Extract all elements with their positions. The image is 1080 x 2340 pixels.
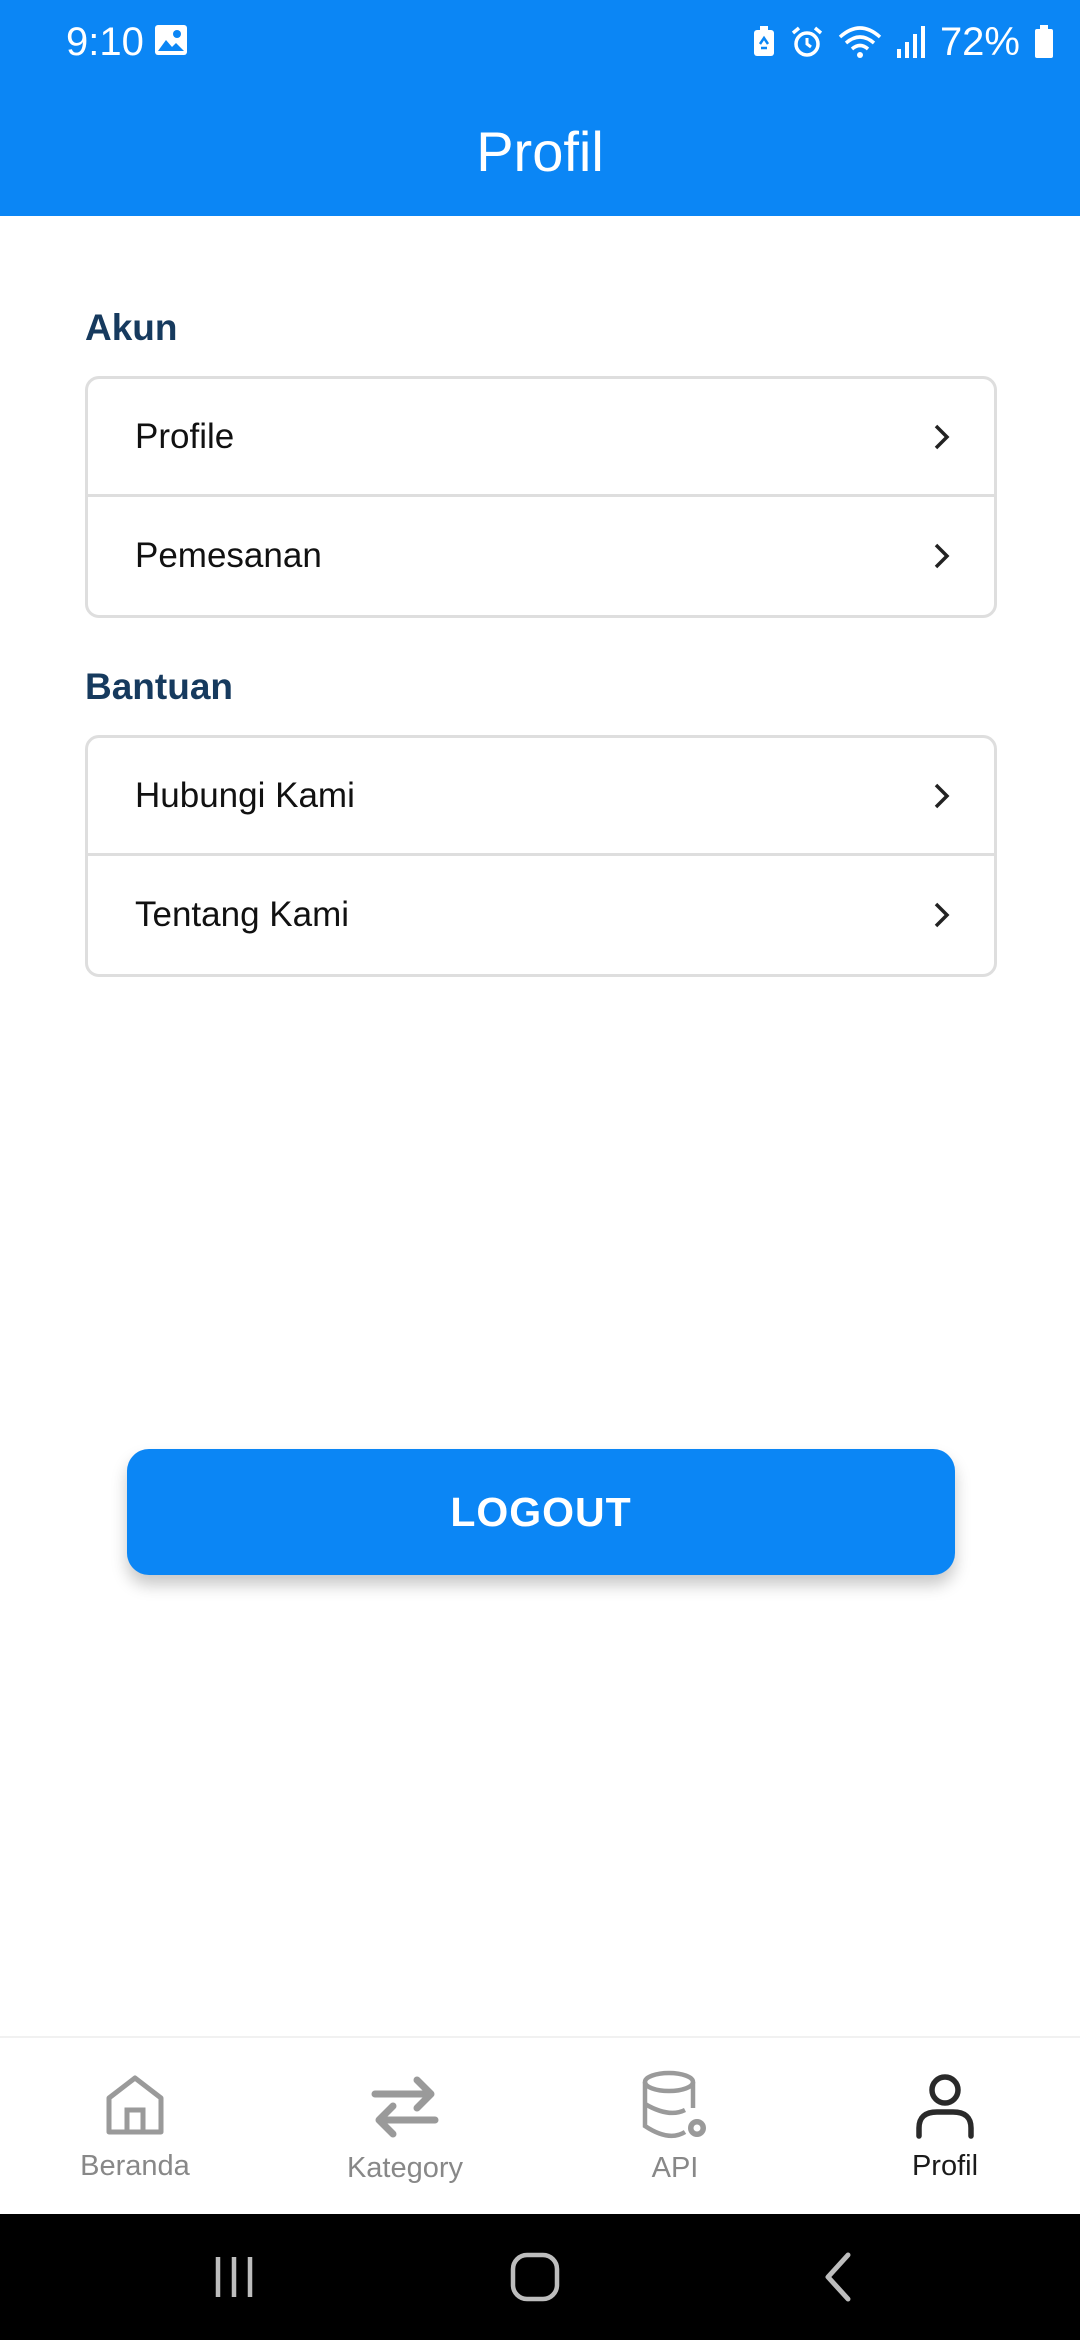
nav-label: Profil bbox=[911, 2150, 979, 2182]
nav-label: Beranda bbox=[80, 2150, 190, 2182]
chevron-right-icon bbox=[934, 783, 950, 808]
recent-apps-icon[interactable] bbox=[202, 2247, 266, 2307]
signal-icon bbox=[896, 26, 925, 58]
chevron-right-icon bbox=[934, 543, 950, 569]
chevron-right-icon bbox=[934, 424, 950, 449]
home-button-icon[interactable] bbox=[503, 2247, 567, 2307]
menu-item-label: Hubungi Kami bbox=[135, 775, 355, 815]
app-header: 9:10 72% Profil bbox=[0, 0, 1080, 216]
nav-item-kategory[interactable]: Kategory bbox=[270, 2038, 540, 2214]
akun-card: Profile Pemesanan bbox=[85, 376, 997, 618]
menu-item-pemesanan[interactable]: Pemesanan bbox=[88, 497, 994, 615]
nav-label: Kategory bbox=[346, 2152, 464, 2184]
logout-button[interactable]: LOGOUT bbox=[127, 1449, 955, 1575]
battery-icon bbox=[1035, 25, 1053, 58]
battery-saver-icon bbox=[753, 26, 774, 56]
home-icon bbox=[106, 2075, 164, 2135]
menu-item-hubungi-kami[interactable]: Hubungi Kami bbox=[88, 738, 994, 856]
status-icons: 72% bbox=[752, 14, 1054, 70]
swap-arrows-icon bbox=[371, 2076, 439, 2138]
menu-item-label: Profile bbox=[135, 416, 235, 456]
gallery-notification-icon bbox=[155, 25, 187, 55]
section-title-bantuan: Bantuan bbox=[85, 666, 233, 707]
wifi-icon bbox=[838, 26, 882, 58]
bantuan-card: Hubungi Kami Tentang Kami bbox=[85, 735, 997, 977]
person-icon bbox=[916, 2074, 974, 2139]
page-title: Profil bbox=[476, 120, 604, 183]
nav-label: API bbox=[651, 2152, 699, 2184]
alarm-icon bbox=[791, 26, 823, 57]
status-time: 9:10 bbox=[66, 20, 144, 64]
nav-item-profil[interactable]: Profil bbox=[810, 2038, 1080, 2214]
database-settings-icon bbox=[642, 2070, 706, 2139]
back-icon[interactable] bbox=[808, 2247, 872, 2307]
battery-level: 72% bbox=[939, 20, 1020, 64]
nav-item-api[interactable]: API bbox=[540, 2038, 810, 2214]
system-navigation-bar bbox=[0, 2214, 1080, 2340]
menu-item-label: Tentang Kami bbox=[135, 895, 350, 934]
nav-item-beranda[interactable]: Beranda bbox=[0, 2038, 270, 2214]
menu-item-label: Pemesanan bbox=[135, 536, 322, 575]
chevron-right-icon bbox=[934, 902, 950, 928]
menu-item-tentang-kami[interactable]: Tentang Kami bbox=[88, 856, 994, 974]
section-title-akun: Akun bbox=[85, 307, 178, 348]
bottom-navigation: Beranda Kategory API Profil bbox=[0, 2036, 1080, 2214]
menu-item-profile[interactable]: Profile bbox=[88, 379, 994, 497]
